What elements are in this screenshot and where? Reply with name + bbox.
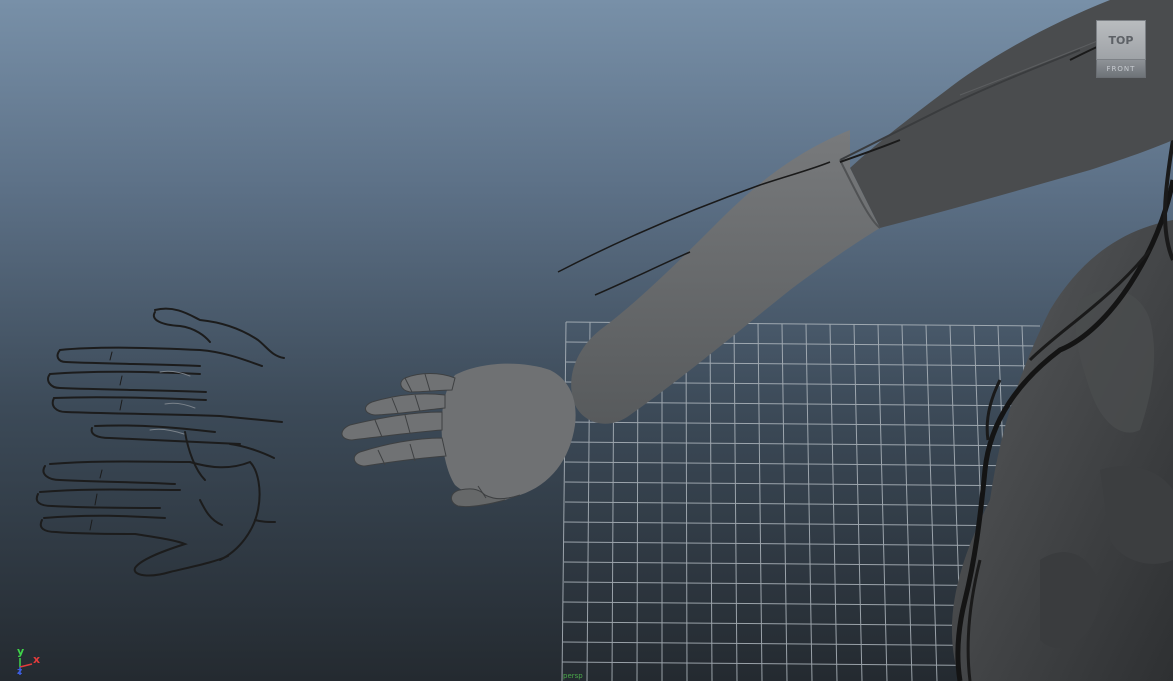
axis-gizmo-lines xyxy=(19,658,33,675)
3d-viewport[interactable]: TOP FRONT y x z persp xyxy=(0,0,1173,681)
camera-name-label: persp xyxy=(563,672,583,680)
scene-canvas[interactable] xyxy=(0,0,1173,681)
axis-z-label: z xyxy=(17,667,23,677)
view-cube-front-face[interactable]: FRONT xyxy=(1096,60,1146,78)
character-body-mesh[interactable] xyxy=(951,139,1173,681)
view-cube-top-face[interactable]: TOP xyxy=(1096,20,1146,60)
axis-y-label: y xyxy=(17,645,25,658)
view-cube[interactable]: TOP FRONT xyxy=(1096,20,1146,78)
axis-gizmo: y x z xyxy=(10,644,50,681)
hand-reference-sketch[interactable] xyxy=(35,307,285,577)
character-hand-mesh[interactable] xyxy=(341,363,576,507)
axis-x-label: x xyxy=(33,653,41,666)
